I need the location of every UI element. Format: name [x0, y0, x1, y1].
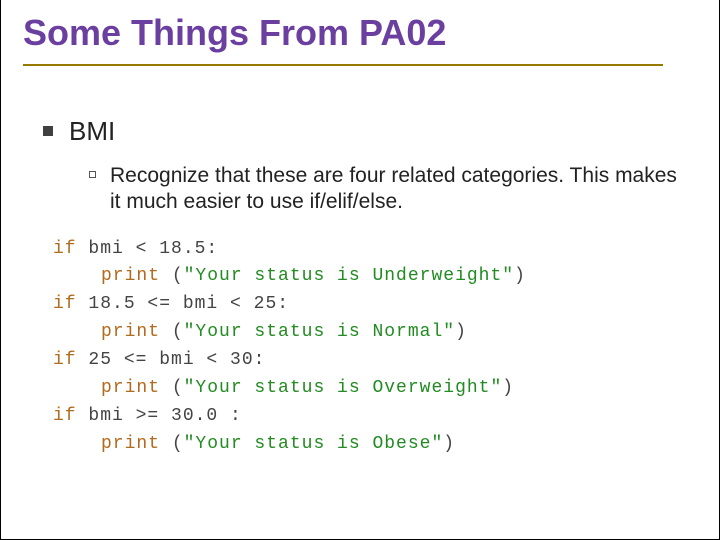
code-kw: print: [101, 266, 160, 286]
code-paren: ): [443, 434, 455, 454]
code-kw: if: [53, 294, 77, 314]
code-cond: 18.5 <= bmi < 25:: [77, 294, 289, 314]
code-str: "Your status is Obese": [184, 434, 444, 454]
code-kw: if: [53, 350, 77, 370]
code-paren: ): [514, 266, 526, 286]
bullet-level-1: BMI: [43, 116, 697, 147]
code-cond: bmi < 18.5:: [77, 239, 219, 259]
code-block: if bmi < 18.5: print ("Your status is Un…: [53, 236, 697, 459]
code-cond: 25 <= bmi < 30:: [77, 350, 266, 370]
title-underline: [23, 64, 663, 66]
slide-title: Some Things From PA02: [23, 12, 697, 60]
code-paren: (: [160, 266, 184, 286]
code-kw: print: [101, 322, 160, 342]
code-kw: if: [53, 406, 77, 426]
code-paren: ): [502, 378, 514, 398]
code-str: "Your status is Underweight": [184, 266, 514, 286]
slide: Some Things From PA02 BMI Recognize that…: [0, 0, 720, 540]
code-kw: print: [101, 434, 160, 454]
hollow-square-bullet-icon: [89, 171, 96, 178]
code-cond: bmi >= 30.0 :: [77, 406, 242, 426]
code-paren: (: [160, 434, 184, 454]
code-str: "Your status is Overweight": [184, 378, 503, 398]
code-kw: if: [53, 239, 77, 259]
code-kw: print: [101, 378, 160, 398]
code-paren: (: [160, 378, 184, 398]
square-bullet-icon: [43, 126, 53, 136]
bullet-level-2: Recognize that these are four related ca…: [89, 163, 677, 216]
code-paren: (: [160, 322, 184, 342]
code-paren: ): [455, 322, 467, 342]
code-str: "Your status is Normal": [184, 322, 455, 342]
bullet-level-2-text: Recognize that these are four related ca…: [110, 163, 677, 216]
bullet-level-1-text: BMI: [69, 116, 115, 147]
